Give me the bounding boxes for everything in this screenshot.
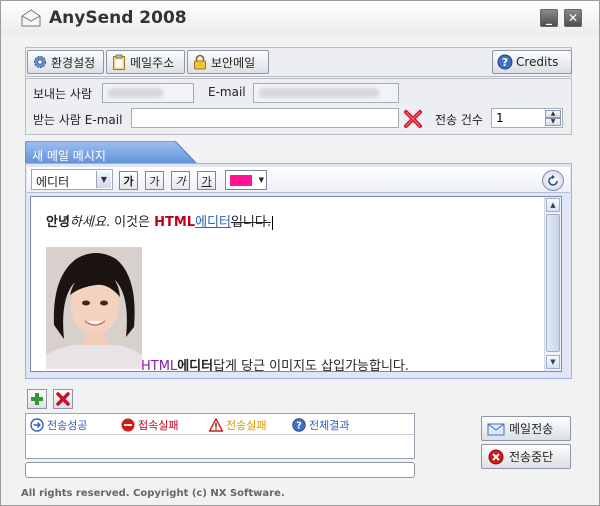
redacted-text (259, 88, 379, 98)
tab-connect-fail-label: 접속실패 (138, 419, 179, 432)
scroll-up-icon[interactable]: ▲ (546, 198, 560, 212)
text-color-picker[interactable]: ▼ (225, 170, 267, 190)
send-count-stepper[interactable]: ▲ ▼ (491, 108, 563, 128)
red-x-icon (56, 392, 70, 406)
refresh-button[interactable] (542, 170, 564, 191)
stop-send-label: 전송중단 (509, 450, 554, 464)
sender-name-input[interactable] (102, 83, 194, 103)
settings-button[interactable]: 환경설정 (27, 50, 104, 74)
chevron-down-icon[interactable]: ▼ (96, 171, 111, 188)
editor-text-line-2: HTML에디터답게 당근 이미지도 삽입가능합니다. (141, 355, 410, 372)
red-x-icon (404, 110, 422, 128)
editor-mode-value: 에디터 (36, 175, 70, 189)
close-button[interactable]: ✕ (564, 9, 582, 27)
color-swatch (230, 175, 252, 186)
minimize-button[interactable]: _ (540, 9, 558, 27)
html-purple-text: HTML (141, 359, 178, 372)
app-window: AnySend 2008 _ ✕ 환경설정 메일주소 보안메일 ? Credit… (0, 0, 600, 506)
credits-label: Credits (516, 55, 559, 69)
help-icon: ? (292, 418, 306, 432)
stepper-up-icon[interactable]: ▲ (545, 110, 561, 118)
send-count-label: 전송 건수 (435, 113, 483, 127)
secure-mail-button[interactable]: 보안메일 (187, 50, 269, 74)
results-tabs: 전송성공 접속실패 전송실패 ? 전체결과 (26, 414, 414, 435)
tab-send-success[interactable]: 전송성공 (30, 417, 87, 433)
send-mail-button[interactable]: 메일전송 (481, 416, 571, 441)
recipient-email-text[interactable] (132, 109, 398, 127)
addressbook-button[interactable]: 메일주소 (106, 50, 185, 74)
gear-icon (34, 56, 46, 68)
html-red-text: HTML (154, 215, 196, 230)
clear-recipient-button[interactable] (402, 108, 424, 130)
sender-email-label: E-mail (208, 85, 246, 99)
credits-button[interactable]: ? Credits (492, 50, 572, 74)
greeting-italic-text: 하세요 (69, 215, 106, 230)
text-cursor (271, 215, 273, 230)
refresh-icon (548, 174, 558, 186)
strike-text: 입니다. (230, 215, 271, 230)
plus-icon (31, 393, 43, 405)
app-title: AnySend 2008 (49, 8, 187, 28)
settings-label: 환경설정 (51, 55, 96, 70)
addressbook-label: 메일주소 (130, 55, 175, 70)
tab-send-fail-label: 전송실패 (226, 419, 267, 432)
help-icon: ? (497, 54, 513, 70)
editor-bold-text: 에디터 (177, 359, 214, 372)
remove-button[interactable] (53, 389, 73, 409)
title-bar[interactable]: AnySend 2008 _ ✕ (1, 1, 599, 35)
new-message-tab-label: 새 메일 메시지 (32, 149, 106, 163)
recipient-email-input[interactable] (131, 108, 399, 128)
svg-text:?: ? (502, 56, 508, 69)
stop-icon (488, 449, 504, 464)
results-list[interactable]: 전송성공 접속실패 전송실패 ? 전체결과 (25, 413, 415, 459)
message-editor[interactable]: 안녕하세요. 이것은 HTML에디터입니다. HTML에디터답게 당근 이미지도… (30, 196, 562, 372)
send-mail-label: 메일전송 (509, 422, 554, 436)
editor-underlined-text: 에디터 (195, 215, 231, 230)
no-entry-icon (121, 418, 135, 432)
secure-mail-label: 보안메일 (211, 55, 256, 70)
editor-vertical-scrollbar[interactable]: ▲ ▼ (544, 197, 561, 371)
recipient-email-label: 받는 사람 E-mail (33, 113, 123, 127)
copyright-text: All rights reserved. Copyright (c) NX So… (21, 488, 285, 499)
italic-button[interactable]: 가 (145, 171, 164, 190)
strike-button[interactable]: 가 (171, 171, 190, 190)
plain-text: 답게 당근 이미지도 삽입가능합니다. (213, 359, 410, 372)
redacted-text (108, 88, 163, 98)
underline-button[interactable]: 가 (197, 171, 216, 190)
svg-text:?: ? (296, 421, 302, 432)
send-progress-bar (25, 462, 415, 478)
tab-all-results[interactable]: ? 전체결과 (292, 417, 349, 433)
envelope-icon (487, 423, 505, 435)
bold-button[interactable]: 가 (119, 171, 138, 190)
inserted-photo (46, 247, 142, 369)
editor-text-line-1: 안녕하세요. 이것은 HTML에디터입니다. (46, 211, 273, 230)
editor-mode-select[interactable]: 에디터 ▼ (31, 169, 113, 190)
envelope-icon (21, 9, 41, 27)
tab-all-results-label: 전체결과 (309, 419, 350, 432)
warning-icon (209, 418, 223, 432)
lock-icon (194, 54, 206, 70)
stepper-arrows[interactable]: ▲ ▼ (545, 110, 561, 126)
greeting-text: 안녕 (46, 215, 70, 230)
plain-text: . 이것은 (105, 215, 155, 230)
scroll-down-icon[interactable]: ▼ (546, 355, 560, 369)
chevron-down-icon: ▼ (258, 176, 264, 184)
tab-send-success-label: 전송성공 (47, 419, 88, 432)
scroll-thumb[interactable] (546, 214, 560, 352)
sender-email-input[interactable] (253, 83, 399, 103)
add-button[interactable] (27, 389, 47, 409)
arrow-right-circle-icon (30, 418, 44, 432)
sender-name-label: 보내는 사람 (33, 87, 93, 101)
tab-connect-fail[interactable]: 접속실패 (121, 417, 178, 433)
clipboard-icon (113, 54, 125, 70)
stepper-down-icon[interactable]: ▼ (545, 118, 561, 126)
tab-send-fail[interactable]: 전송실패 (209, 417, 266, 433)
stop-send-button[interactable]: 전송중단 (481, 444, 571, 469)
